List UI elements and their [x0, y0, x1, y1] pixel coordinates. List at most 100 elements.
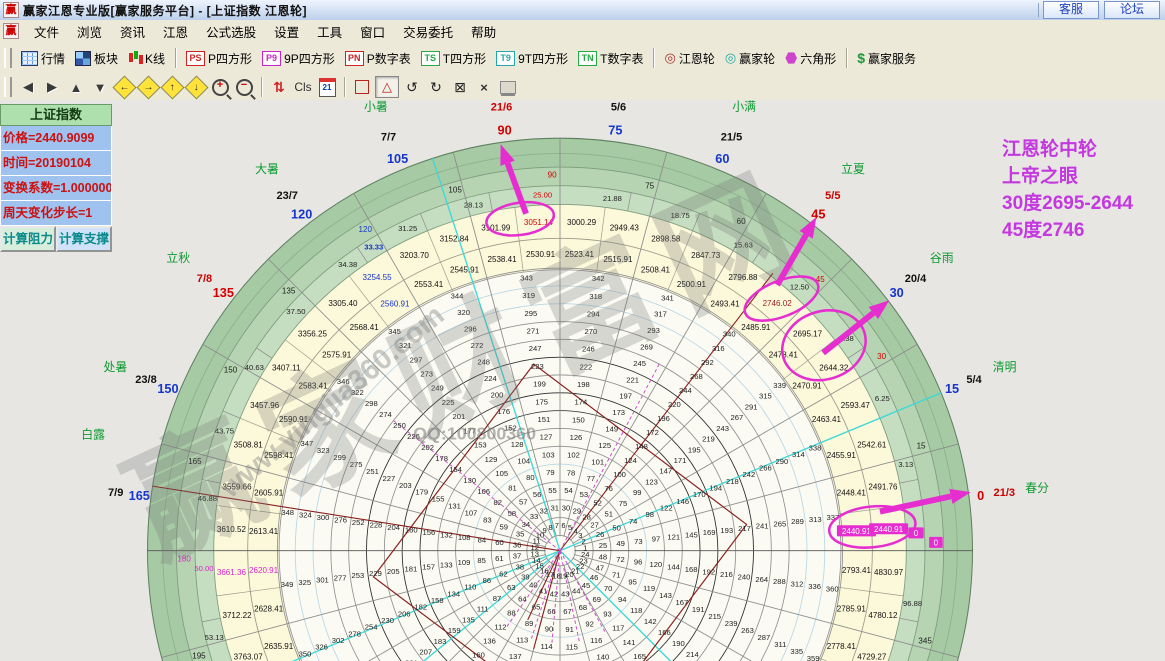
svg-text:253: 253: [351, 571, 364, 580]
drawing-toolbar-items: ◀ ▶ ▲ ▼ ← → ↑ ↓ + − ⇅ Cls 21 △ ↺ ↻ ⊠ ×: [16, 74, 520, 100]
draw-tool-step-up[interactable]: ↑: [159, 74, 185, 100]
svg-text:3203.70: 3203.70: [400, 251, 430, 260]
svg-text:191: 191: [692, 605, 705, 614]
title-bar: 赢 赢家江恩专业版[赢家服务平台] - [上证指数 江恩轮] 客服 论坛: [0, 0, 1165, 21]
menu-item-公式选股[interactable]: 公式选股: [197, 24, 265, 42]
gann-wheel-chart[interactable]: 1234567891011121314151617181920212223242…: [0, 100, 1165, 661]
svg-text:263: 263: [741, 626, 754, 635]
toolbar-button-t-square[interactable]: TS T四方形: [416, 47, 491, 70]
svg-text:205: 205: [387, 567, 400, 576]
menu-item-资讯[interactable]: 资讯: [111, 24, 154, 42]
draw-tool-cls[interactable]: Cls: [292, 77, 314, 97]
svg-text:105: 105: [495, 469, 508, 478]
svg-text:2628.41: 2628.41: [254, 605, 284, 614]
service-button[interactable]: 客服: [1043, 1, 1099, 19]
svg-text:3763.07: 3763.07: [234, 652, 264, 661]
svg-text:154: 154: [449, 465, 462, 474]
svg-text:5/6: 5/6: [611, 101, 626, 113]
svg-text:216: 216: [720, 570, 733, 579]
svg-text:203: 203: [399, 481, 412, 490]
toolbar-button-t-number-table[interactable]: TN T数字表: [573, 47, 648, 70]
svg-text:120: 120: [649, 560, 662, 569]
svg-text:174: 174: [575, 398, 588, 407]
toolbar-button-sectors[interactable]: 板块: [70, 47, 123, 70]
menu-item-浏览[interactable]: 浏览: [68, 24, 111, 42]
toolbar-button-gann-wheel[interactable]: ◎ 江恩轮: [659, 47, 719, 70]
toolbar-button-9p-square[interactable]: P9 9P四方形: [257, 47, 340, 70]
draw-tool-cross-box[interactable]: ⊠: [449, 77, 471, 97]
svg-text:53.13: 53.13: [205, 633, 224, 642]
draw-tool-center-mark[interactable]: ×: [473, 77, 495, 97]
menu-item-帮助[interactable]: 帮助: [462, 24, 505, 42]
menu-item-交易委托[interactable]: 交易委托: [394, 24, 462, 42]
draw-tool-square-tool[interactable]: [351, 77, 373, 97]
forum-button[interactable]: 论坛: [1104, 1, 1160, 19]
toolbar-label-t-square: T四方形: [442, 51, 487, 66]
toolbar-button-kline[interactable]: K线: [123, 47, 170, 70]
svg-text:105: 105: [387, 151, 408, 166]
toolbar-button-p-number-table[interactable]: PN P数字表: [340, 47, 416, 70]
svg-text:78: 78: [567, 468, 575, 477]
menu-item-文件[interactable]: 文件: [25, 24, 68, 42]
svg-text:194: 194: [709, 483, 722, 492]
svg-text:339: 339: [773, 381, 786, 390]
draw-tool-calendar[interactable]: 21: [316, 77, 338, 97]
toolbar-label-t-number-table: T数字表: [600, 51, 644, 66]
svg-text:7/8: 7/8: [197, 273, 212, 285]
svg-text:30: 30: [890, 285, 904, 300]
draw-tool-step-right[interactable]: →: [135, 74, 161, 100]
menu-item-工具[interactable]: 工具: [308, 24, 351, 42]
svg-text:白露: 白露: [81, 428, 105, 442]
toolbar-button-winner-wheel[interactable]: ◎ 赢家轮: [720, 47, 780, 70]
calc-resistance-button[interactable]: 计算阻力: [0, 226, 56, 252]
draw-tool-zoom-out[interactable]: −: [233, 77, 255, 97]
draw-tool-page-right[interactable]: ▶: [41, 77, 63, 97]
svg-text:325: 325: [298, 578, 311, 587]
draw-tool-step-down[interactable]: ↓: [183, 74, 209, 100]
page-right-icon: ▶: [47, 79, 57, 94]
calc-support-button[interactable]: 计算支撑: [56, 226, 112, 252]
toolbar-button-hexagon[interactable]: 六角形: [780, 47, 841, 70]
menu-item-窗口[interactable]: 窗口: [351, 24, 394, 42]
svg-text:276: 276: [334, 516, 347, 525]
svg-text:90: 90: [498, 123, 512, 138]
draw-tool-step-left[interactable]: ←: [111, 74, 137, 100]
toolbar-separator: [653, 48, 655, 68]
svg-text:21/5: 21/5: [721, 132, 742, 144]
rotate-cw-icon: ↻: [430, 78, 442, 95]
svg-text:127: 127: [540, 433, 553, 442]
svg-text:98: 98: [645, 510, 653, 519]
svg-text:43: 43: [561, 589, 569, 598]
drawing-toolbar: ◀ ▶ ▲ ▼ ← → ↑ ↓ + − ⇅ Cls 21 △ ↺ ↻ ⊠ ×: [0, 74, 1165, 101]
toolbar-grip[interactable]: [4, 48, 12, 68]
draw-tool-triangle-tool[interactable]: △: [375, 76, 399, 98]
toolbar-grip2[interactable]: [4, 77, 12, 97]
draw-tool-rotate-ccw[interactable]: ↺: [401, 77, 423, 97]
draw-tool-updown-arrows[interactable]: ⇅: [268, 77, 290, 97]
svg-text:58: 58: [508, 509, 516, 518]
toolbar-button-winner-service[interactable]: $ 赢家服务: [852, 47, 921, 70]
toolbar-button-p-square[interactable]: PS P四方形: [181, 47, 257, 70]
toolbar-button-9t-square[interactable]: T9 9T四方形: [491, 47, 573, 70]
menu-item-设置[interactable]: 设置: [265, 24, 308, 42]
svg-text:160: 160: [472, 651, 485, 660]
draw-tool-rotate-up[interactable]: ▲: [65, 77, 87, 97]
draw-tool-board[interactable]: [497, 77, 519, 97]
svg-text:291: 291: [745, 402, 758, 411]
draw-tool-page-left[interactable]: ◀: [17, 77, 39, 97]
svg-text:87: 87: [493, 594, 501, 603]
menu-item-江恩[interactable]: 江恩: [154, 24, 197, 42]
svg-text:314: 314: [792, 450, 805, 459]
draw-tool-zoom-in[interactable]: +: [209, 77, 231, 97]
svg-text:197: 197: [619, 392, 632, 401]
toolbar-button-quotes[interactable]: 行情: [16, 47, 70, 70]
svg-text:183: 183: [434, 637, 447, 646]
svg-text:95: 95: [628, 577, 636, 586]
draw-tool-rotate-down[interactable]: ▼: [89, 77, 111, 97]
sectors-icon: [75, 50, 92, 66]
draw-tool-rotate-cw[interactable]: ↻: [425, 77, 447, 97]
triangle-tool-icon: △: [382, 79, 392, 94]
svg-text:120: 120: [291, 207, 312, 222]
toolbar-separator: [175, 48, 177, 68]
toolbar-label-sectors: 板块: [94, 51, 119, 66]
